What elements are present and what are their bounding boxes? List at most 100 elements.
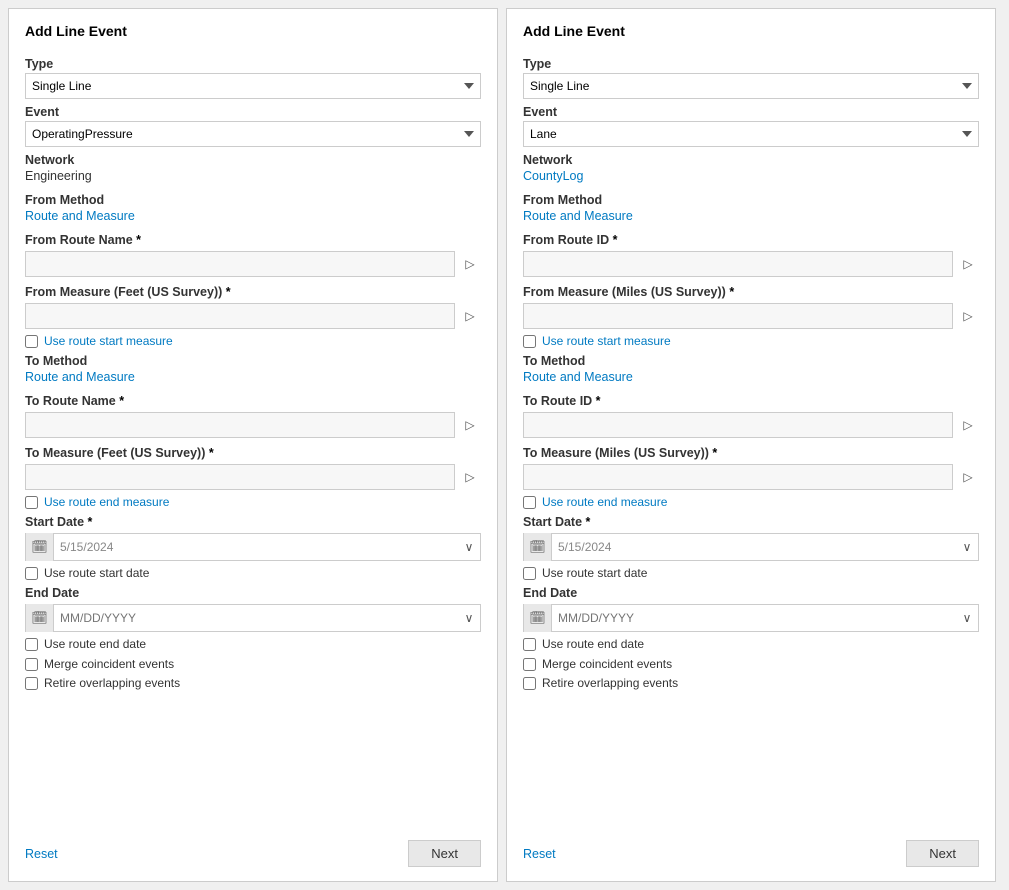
left-network-label: Network: [25, 153, 481, 167]
left-end-date-row: 🗓 ∨: [25, 604, 481, 632]
left-to-route-name-input[interactable]: [25, 412, 455, 438]
left-to-route-name-row: ▷: [25, 412, 481, 438]
right-from-route-id-row: ▷: [523, 251, 979, 277]
left-use-route-start-date-checkbox[interactable]: [25, 567, 38, 580]
right-merge-label: Merge coincident events: [542, 657, 672, 671]
left-use-route-start-date-row: Use route start date: [25, 566, 481, 580]
right-type-label: Type: [523, 57, 979, 71]
left-start-date-chevron[interactable]: ∨: [458, 540, 480, 554]
left-use-route-end-measure-checkbox[interactable]: [25, 496, 38, 509]
left-type-select[interactable]: Single Line: [25, 73, 481, 99]
left-merge-label: Merge coincident events: [44, 657, 174, 671]
right-from-measure-input[interactable]: [523, 303, 953, 329]
left-reset-button[interactable]: Reset: [25, 847, 58, 861]
left-bottom-bar: Reset Next: [25, 824, 481, 867]
left-use-route-start-measure-checkbox[interactable]: [25, 335, 38, 348]
left-event-select[interactable]: OperatingPressure: [25, 121, 481, 147]
left-from-measure-input[interactable]: [25, 303, 455, 329]
left-use-route-end-date-label: Use route end date: [44, 637, 146, 651]
right-network-label: Network: [523, 153, 979, 167]
right-merge-row: Merge coincident events: [523, 657, 979, 671]
right-from-method-label: From Method: [523, 193, 979, 207]
right-to-measure-input[interactable]: [523, 464, 953, 490]
right-to-method-value: Route and Measure: [523, 370, 979, 384]
right-use-route-start-date-row: Use route start date: [523, 566, 979, 580]
right-to-measure-row: ▷: [523, 464, 979, 490]
left-to-measure-input[interactable]: [25, 464, 455, 490]
right-from-measure-label: From Measure (Miles (US Survey)): [523, 285, 979, 299]
left-start-date-input[interactable]: [54, 540, 458, 554]
left-from-measure-label: From Measure (Feet (US Survey)): [25, 285, 481, 299]
right-end-date-row: 🗓 ∨: [523, 604, 979, 632]
right-end-date-input[interactable]: [552, 611, 956, 625]
left-to-measure-arrow[interactable]: ▷: [459, 464, 481, 490]
right-retire-checkbox[interactable]: [523, 677, 536, 690]
left-from-method-label: From Method: [25, 193, 481, 207]
left-from-route-name-arrow[interactable]: ▷: [459, 251, 481, 277]
right-to-route-id-row: ▷: [523, 412, 979, 438]
left-start-date-label: Start Date: [25, 515, 481, 529]
left-use-route-end-date-checkbox[interactable]: [25, 638, 38, 651]
left-use-route-end-date-row: Use route end date: [25, 637, 481, 651]
right-start-date-input[interactable]: [552, 540, 956, 554]
right-use-route-end-date-checkbox[interactable]: [523, 638, 536, 651]
right-retire-row: Retire overlapping events: [523, 676, 979, 690]
right-use-route-end-measure-label: Use route end measure: [542, 495, 667, 509]
left-to-method-value: Route and Measure: [25, 370, 481, 384]
right-network-value: CountyLog: [523, 169, 979, 183]
right-to-route-id-input[interactable]: [523, 412, 953, 438]
left-from-route-name-row: ▷: [25, 251, 481, 277]
left-next-button[interactable]: Next: [408, 840, 481, 867]
left-network-value: Engineering: [25, 169, 481, 183]
left-use-route-start-measure-label: Use route start measure: [44, 334, 173, 348]
left-from-method-value: Route and Measure: [25, 209, 481, 223]
left-end-date-input[interactable]: [54, 611, 458, 625]
left-to-route-name-arrow[interactable]: ▷: [459, 412, 481, 438]
left-merge-checkbox[interactable]: [25, 658, 38, 671]
right-start-date-calendar-icon: 🗓: [524, 533, 552, 561]
right-to-method-label: To Method: [523, 354, 979, 368]
right-start-date-row: 🗓 ∨: [523, 533, 979, 561]
left-to-method-label: To Method: [25, 354, 481, 368]
right-from-route-id-arrow[interactable]: ▷: [957, 251, 979, 277]
left-to-measure-label: To Measure (Feet (US Survey)): [25, 446, 481, 460]
left-retire-checkbox[interactable]: [25, 677, 38, 690]
left-from-measure-arrow[interactable]: ▷: [459, 303, 481, 329]
right-use-route-start-measure-row: Use route start measure: [523, 334, 979, 348]
left-retire-label: Retire overlapping events: [44, 676, 180, 690]
left-from-route-name-label: From Route Name: [25, 233, 481, 247]
left-from-route-name-input[interactable]: [25, 251, 455, 277]
right-use-route-start-date-checkbox[interactable]: [523, 567, 536, 580]
right-use-route-start-date-label: Use route start date: [542, 566, 647, 580]
left-end-date-calendar-icon: 🗓: [26, 604, 54, 632]
right-from-route-id-label: From Route ID: [523, 233, 979, 247]
left-end-date-chevron[interactable]: ∨: [458, 611, 480, 625]
right-reset-button[interactable]: Reset: [523, 847, 556, 861]
right-merge-checkbox[interactable]: [523, 658, 536, 671]
left-use-route-end-measure-row: Use route end measure: [25, 495, 481, 509]
right-to-route-id-label: To Route ID: [523, 394, 979, 408]
right-start-date-label: Start Date: [523, 515, 979, 529]
right-from-measure-arrow[interactable]: ▷: [957, 303, 979, 329]
left-type-label: Type: [25, 57, 481, 71]
right-end-date-chevron[interactable]: ∨: [956, 611, 978, 625]
right-next-button[interactable]: Next: [906, 840, 979, 867]
left-use-route-end-measure-label: Use route end measure: [44, 495, 169, 509]
right-to-route-id-arrow[interactable]: ▷: [957, 412, 979, 438]
right-event-select[interactable]: Lane: [523, 121, 979, 147]
left-start-date-calendar-icon: 🗓: [26, 533, 54, 561]
right-start-date-chevron[interactable]: ∨: [956, 540, 978, 554]
left-to-measure-row: ▷: [25, 464, 481, 490]
right-event-label: Event: [523, 105, 979, 119]
right-use-route-start-measure-checkbox[interactable]: [523, 335, 536, 348]
right-to-measure-arrow[interactable]: ▷: [957, 464, 979, 490]
left-panel: Add Line Event Type Single Line Event Op…: [8, 8, 498, 882]
right-use-route-end-measure-checkbox[interactable]: [523, 496, 536, 509]
right-from-route-id-input[interactable]: [523, 251, 953, 277]
right-to-measure-label: To Measure (Miles (US Survey)): [523, 446, 979, 460]
right-end-date-label: End Date: [523, 586, 979, 600]
left-event-label: Event: [25, 105, 481, 119]
left-retire-row: Retire overlapping events: [25, 676, 481, 690]
right-type-select[interactable]: Single Line: [523, 73, 979, 99]
left-end-date-label: End Date: [25, 586, 481, 600]
